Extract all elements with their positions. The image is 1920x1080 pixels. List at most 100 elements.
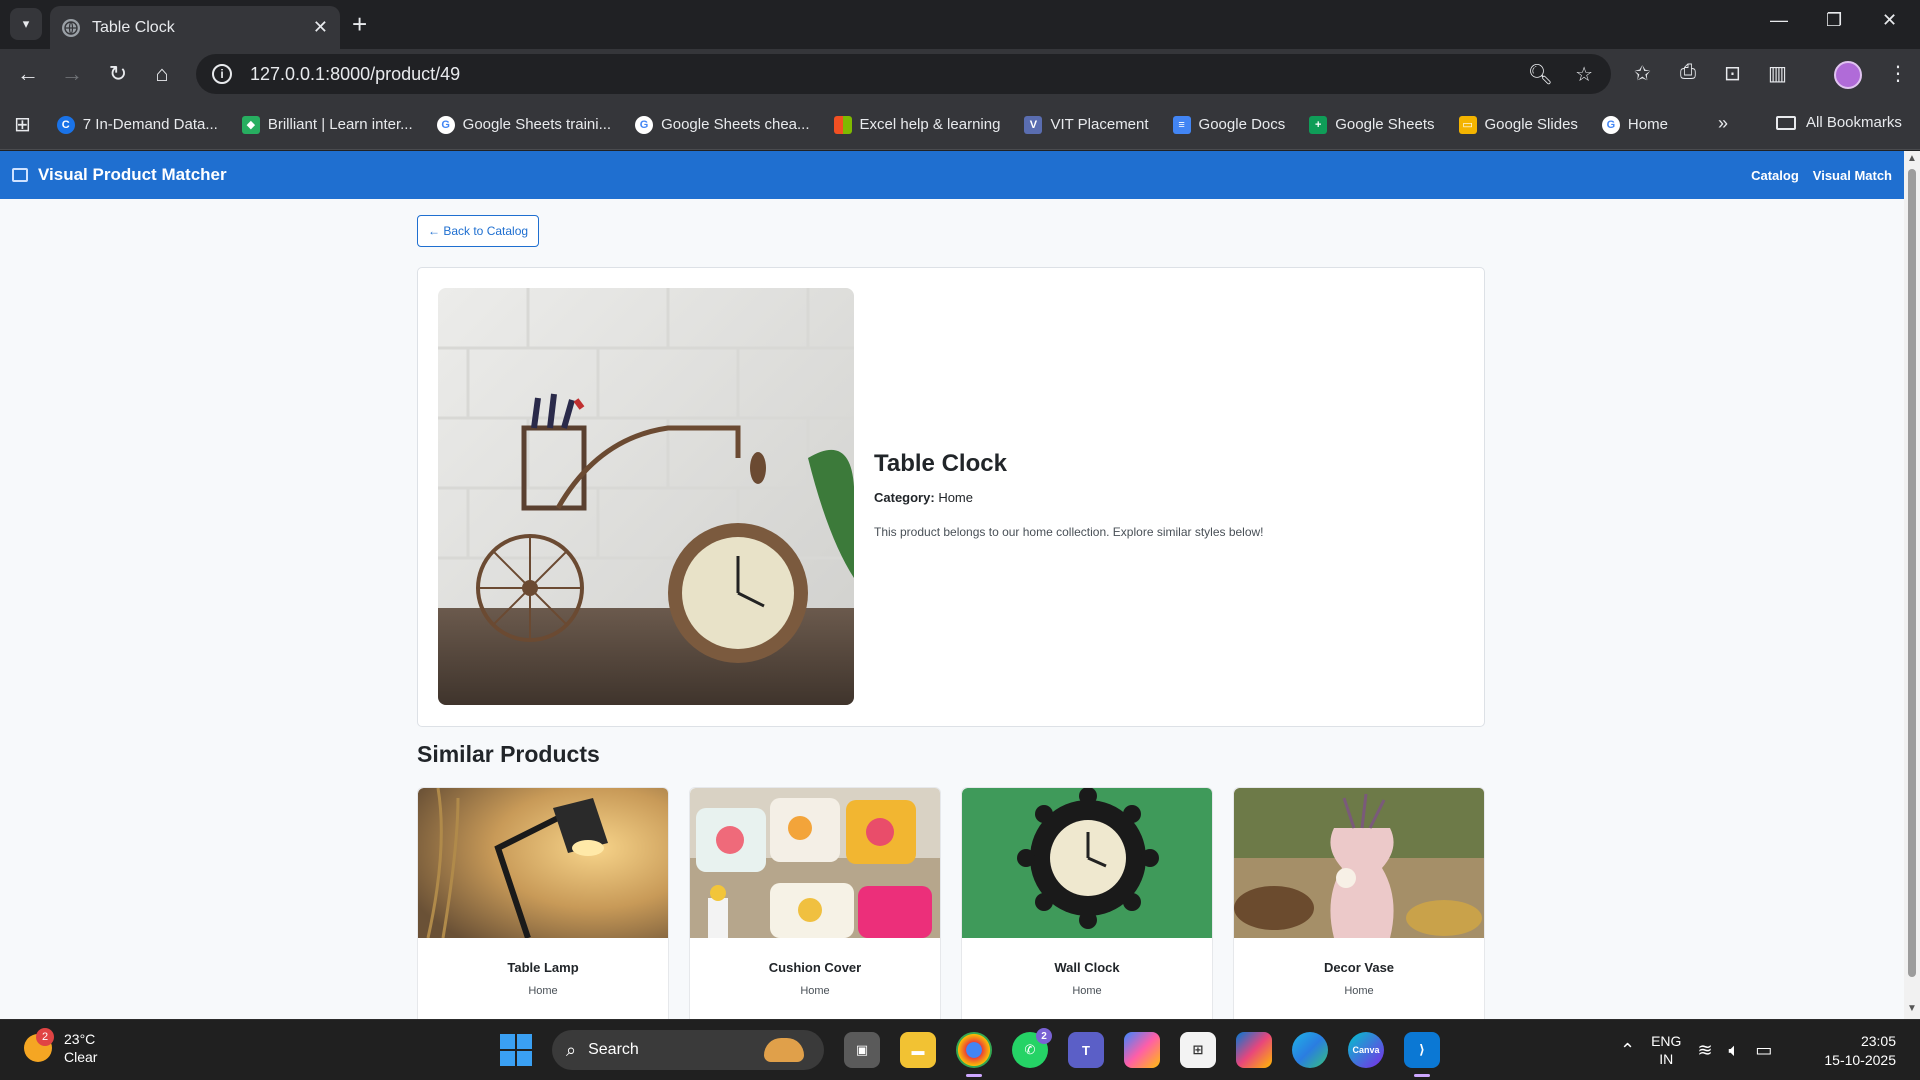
reading-mode-icon[interactable]: ▥ <box>1768 61 1787 86</box>
bookmark-item[interactable]: ◆ Brilliant | Learn inter... <box>241 115 413 134</box>
globe-icon <box>62 18 80 37</box>
back-arrow-icon[interactable]: ← <box>14 60 42 88</box>
similar-product-card[interactable]: Wall Clock Home <box>961 787 1213 1019</box>
similar-product-category: Home <box>800 985 830 997</box>
bookmark-item[interactable]: G Google Sheets chea... <box>635 115 810 134</box>
bookmark-item[interactable]: ▭ Google Slides <box>1458 115 1578 134</box>
canva-icon[interactable]: Canva <box>1348 1032 1384 1068</box>
tab-title: Table Clock <box>92 18 175 36</box>
sheets-icon: + <box>1309 115 1328 134</box>
google-icon: G <box>635 115 654 134</box>
forward-arrow-icon[interactable]: → <box>58 60 86 88</box>
tab-search-chevron-icon[interactable]: ▾ <box>10 8 42 40</box>
similar-products-heading: Similar Products <box>417 741 600 767</box>
similar-product-name: Wall Clock <box>1054 960 1120 975</box>
reload-icon[interactable]: ↻ <box>104 60 132 88</box>
taskbar-apps: ⌕ Search ▣ ▬ ✆ 2 T ⊞ Canva ⟩ <box>500 1028 1440 1077</box>
wall-clock-image <box>962 788 1212 938</box>
scroll-down-icon[interactable]: ▼ <box>1907 1003 1917 1014</box>
language-indicator[interactable]: ENG IN <box>1651 1032 1681 1068</box>
file-explorer-icon[interactable]: ▬ <box>900 1032 936 1068</box>
copilot-icon[interactable] <box>1124 1032 1160 1068</box>
bookmark-item[interactable]: V VIT Placement <box>1024 115 1149 134</box>
bookmark-item[interactable]: + Google Sheets <box>1309 115 1435 134</box>
teams-icon[interactable]: T <box>1068 1032 1104 1068</box>
bookmark-item[interactable]: Excel help & learning <box>833 115 1000 134</box>
page-scrollbar[interactable]: ▲ ▼ <box>1904 151 1920 1019</box>
menu-dots-icon[interactable]: ⋮ <box>1888 61 1908 86</box>
nav-visual-match-link[interactable]: Visual Match <box>1813 168 1892 183</box>
cushion-cover-image <box>690 788 940 938</box>
bookmark-item[interactable]: ≡ Google Docs <box>1172 115 1285 134</box>
chrome-icon[interactable] <box>956 1032 992 1077</box>
windows-start-icon[interactable] <box>500 1034 532 1066</box>
similar-products-grid: Table Lamp Home Cushion Cover Home Wall … <box>417 787 1485 1019</box>
m365-icon[interactable] <box>1236 1032 1272 1068</box>
new-tab-icon[interactable]: + <box>352 10 367 38</box>
search-highlight-icon <box>764 1038 804 1062</box>
all-bookmarks[interactable]: All Bookmarks <box>1776 114 1902 131</box>
brand[interactable]: Visual Product Matcher <box>12 165 227 185</box>
back-to-catalog-button[interactable]: ← Back to Catalog <box>417 215 540 247</box>
home-icon[interactable]: ⌂ <box>148 60 176 88</box>
favorites-icon[interactable]: ✩ <box>1634 61 1651 86</box>
clock[interactable]: 23:05 15-10-2025 <box>1824 1032 1896 1070</box>
task-view-icon[interactable]: ▣ <box>844 1032 880 1068</box>
print-icon[interactable]: ⎙ <box>1680 61 1696 84</box>
minimize-icon[interactable]: — <box>1770 10 1788 31</box>
tab-strip: ▾ Table Clock ✕ + — ❐ ✕ <box>0 0 1920 49</box>
store-icon[interactable]: ⊞ <box>1180 1032 1216 1068</box>
weather-condition: Clear <box>64 1049 98 1065</box>
screenshot-icon[interactable]: ⊡ <box>1724 61 1741 86</box>
product-info: Table Clock Category: Home This product … <box>874 450 1264 539</box>
system-tray: ⌃ ENG IN ≋ 🔈︎ ▭ <box>1620 1032 1772 1068</box>
apps-grid-icon[interactable]: ⊞ <box>14 112 31 137</box>
search-icon: ⌕ <box>566 1039 577 1060</box>
whatsapp-icon[interactable]: ✆ 2 <box>1012 1028 1052 1068</box>
similar-product-category: Home <box>1072 985 1102 997</box>
similar-product-name: Decor Vase <box>1323 960 1395 975</box>
restore-icon[interactable]: ❐ <box>1826 10 1842 31</box>
main-container: ← Back to Catalog Table Clock Category: … <box>417 215 1485 1019</box>
similar-product-card[interactable]: Cushion Cover Home <box>689 787 941 1019</box>
weather-temp: 23°C <box>64 1031 96 1047</box>
weather-badge: 2 <box>36 1028 54 1046</box>
chevron-up-icon[interactable]: ⌃ <box>1620 1040 1635 1061</box>
folder-icon <box>1776 115 1796 130</box>
bookmark-star-icon[interactable]: ☆ <box>1575 62 1593 87</box>
similar-product-card[interactable]: Decor Vase Home <box>1233 787 1485 1019</box>
bookmark-item[interactable]: C7 In-Demand Data... <box>56 115 218 134</box>
scroll-thumb[interactable] <box>1908 169 1916 977</box>
volume-icon[interactable]: 🔈︎ <box>1729 1040 1740 1061</box>
google-icon: G <box>1601 115 1620 134</box>
battery-icon[interactable]: ▭ <box>1755 1040 1772 1061</box>
similar-product-card[interactable]: Table Lamp Home <box>417 787 669 1019</box>
active-tab[interactable]: Table Clock ✕ <box>50 6 340 49</box>
address-bar[interactable]: i 127.0.0.1:8000/product/49 🔍︎ ☆ <box>196 54 1611 94</box>
edge-icon[interactable] <box>1292 1032 1328 1068</box>
coursera-icon: C <box>56 115 75 134</box>
vscode-icon[interactable]: ⟩ <box>1404 1032 1440 1077</box>
similar-product-category: Home <box>1344 985 1374 997</box>
whatsapp-badge: 2 <box>1036 1028 1052 1044</box>
profile-avatar[interactable] <box>1834 61 1862 89</box>
scroll-up-icon[interactable]: ▲ <box>1907 153 1917 164</box>
more-bookmarks-icon[interactable]: » <box>1718 113 1728 134</box>
nav-catalog-link[interactable]: Catalog <box>1751 168 1799 183</box>
weather-widget[interactable]: 2 23°C Clear <box>24 1028 98 1066</box>
zoom-icon[interactable]: 🔍︎ <box>1528 62 1553 87</box>
product-category: Category: Home <box>874 490 973 505</box>
url-text[interactable]: 127.0.0.1:8000/product/49 <box>250 64 460 85</box>
microsoft-icon <box>833 115 852 134</box>
docs-icon: ≡ <box>1172 115 1191 134</box>
web-page: Visual Product Matcher Catalog Visual Ma… <box>0 151 1904 1019</box>
vit-icon: V <box>1024 115 1043 134</box>
tab-close-icon[interactable]: ✕ <box>313 17 328 38</box>
bookmark-item[interactable]: G Google Sheets traini... <box>436 115 611 134</box>
site-info-icon[interactable]: i <box>212 64 232 84</box>
taskbar-search[interactable]: ⌕ Search <box>552 1030 824 1070</box>
bookmark-item[interactable]: G Home <box>1601 115 1668 134</box>
app-navbar: Visual Product Matcher Catalog Visual Ma… <box>0 151 1904 199</box>
wifi-icon[interactable]: ≋ <box>1697 1040 1712 1061</box>
window-close-icon[interactable]: ✕ <box>1882 10 1897 31</box>
